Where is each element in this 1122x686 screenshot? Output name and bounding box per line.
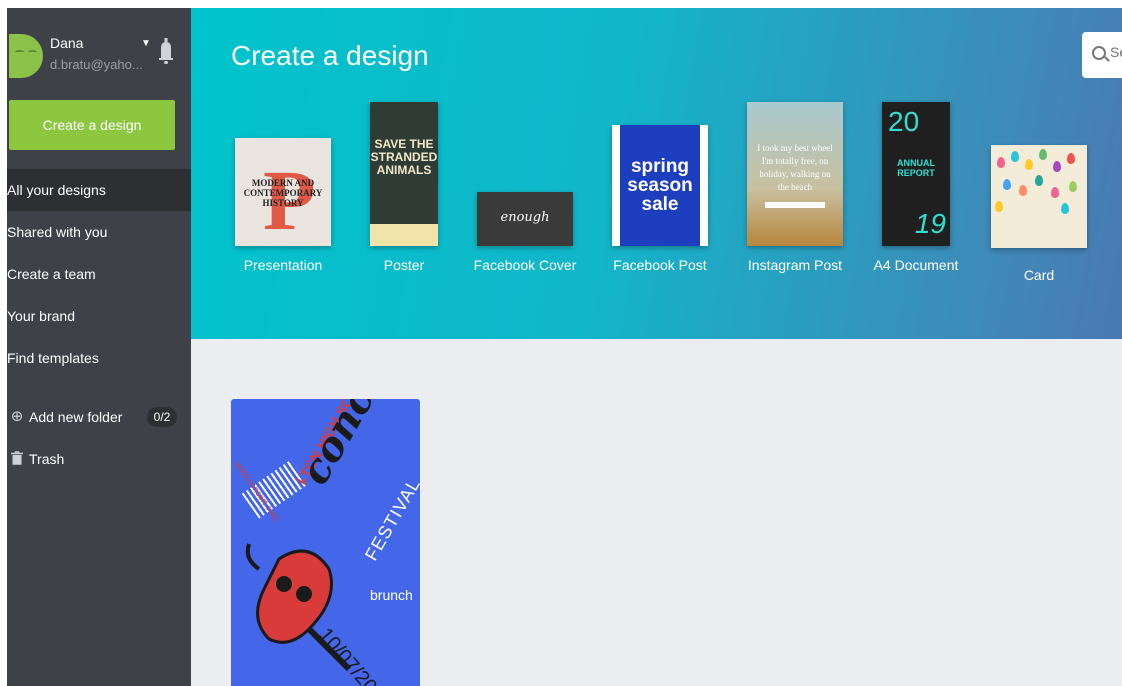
template-label: Instagram Post (747, 257, 843, 273)
thumbnail-footer (370, 224, 438, 246)
thumbnail-number: 20 (888, 106, 920, 137)
template-label: Card (1023, 267, 1055, 283)
caret-down-icon[interactable]: ▼ (141, 38, 151, 49)
thumbnail-drop (1025, 159, 1033, 170)
bell-icon[interactable] (159, 38, 173, 64)
sidebar-item-create-team[interactable]: Create a team (7, 253, 204, 295)
thumbnail-drop (1061, 203, 1069, 214)
thumbnail-drop (997, 157, 1005, 168)
design-text-brunch: brunch (370, 587, 413, 603)
sidebar-item-shared[interactable]: Shared with you (7, 211, 204, 253)
design-text-title: concert (291, 399, 417, 493)
template-thumbnail (991, 145, 1087, 248)
template-poster[interactable]: SAVE THE STRANDED ANIMALS Poster (370, 102, 438, 278)
thumbnail-number: 19 (914, 208, 946, 239)
trash-icon (11, 451, 23, 465)
plus-circle-icon: ⊕ (10, 408, 24, 425)
thumbnail-drop (1011, 151, 1019, 162)
design-thumbnail-concert[interactable]: www.concert.com LTCN HIGH SCHOOL concert… (231, 399, 420, 686)
thumbnail-text: ANNUAL REPORT (897, 158, 935, 178)
template-label: A4 Document (873, 257, 959, 273)
add-folder-label: Add new folder (29, 409, 123, 425)
page-title: Create a design (231, 40, 429, 71)
thumbnail-drop (1039, 149, 1047, 160)
template-presentation[interactable]: P MODERN AND CONTEMPORARY HISTORY Presen… (235, 138, 331, 278)
thumbnail-bar (765, 202, 825, 208)
thumbnail-drop (995, 201, 1003, 212)
search-box[interactable] (1082, 32, 1122, 78)
template-thumbnail: SAVE THE STRANDED ANIMALS (370, 102, 438, 246)
sidebar-item-find-templates[interactable]: Find templates (7, 337, 204, 379)
thumbnail-text: enough (500, 210, 550, 225)
template-facebook-cover[interactable]: enough Facebook Cover (474, 192, 576, 278)
template-thumbnail: spring season sale (612, 125, 708, 246)
thumbnail-text: spring season sale (627, 156, 693, 215)
thumbnail-drop (1035, 175, 1043, 186)
folders-section: ⊕ Add new folder 0/2 Trash (7, 400, 191, 484)
template-label: Poster (383, 257, 425, 273)
thumbnail-text: I took my best wheel I'm totally free, o… (757, 143, 833, 192)
template-thumbnail: 20 ANNUAL REPORT 19 (882, 102, 950, 246)
template-label: Facebook Post (613, 257, 707, 273)
designs-area: www.concert.com LTCN HIGH SCHOOL concert… (191, 339, 1122, 686)
avatar (9, 34, 43, 78)
thumbnail-drop (1003, 179, 1011, 190)
user-email: d.bratu@yaho... (50, 57, 143, 72)
folder-count-badge: 0/2 (147, 407, 177, 427)
thumbnail-edge (700, 125, 708, 246)
template-thumbnail: I took my best wheel I'm totally free, o… (747, 102, 843, 246)
template-thumbnail: P MODERN AND CONTEMPORARY HISTORY (235, 138, 331, 246)
template-a4-document[interactable]: 20 ANNUAL REPORT 19 A4 Document (874, 102, 958, 278)
thumbnail-text: MODERN AND CONTEMPORARY HISTORY (243, 178, 323, 208)
avatar-eye (28, 50, 37, 54)
sidebar-item-your-brand[interactable]: Your brand (7, 295, 204, 337)
create-design-banner: Create a design P MODERN AND CONTEMPORAR… (191, 8, 1122, 339)
thumbnail-drop (1069, 181, 1077, 192)
thumbnail-drop (1053, 161, 1061, 172)
sidebar-item-all-designs[interactable]: All your designs (7, 169, 203, 211)
thumbnail-drop (1019, 185, 1027, 196)
template-label: Facebook Cover (473, 257, 577, 273)
avatar-eye (15, 50, 24, 54)
search-icon (1092, 46, 1106, 60)
template-card[interactable]: Card (991, 145, 1087, 283)
add-folder-button[interactable]: ⊕ Add new folder 0/2 (7, 400, 191, 442)
design-text-festival: FESTIVAL (361, 474, 420, 564)
user-name: Dana (50, 35, 84, 51)
sidebar: Dana d.bratu@yaho... ▼ Create a design A… (7, 8, 203, 686)
template-instagram-post[interactable]: I took my best wheel I'm totally free, o… (747, 102, 843, 278)
template-facebook-post[interactable]: spring season sale Facebook Post (612, 125, 708, 278)
search-input[interactable] (1110, 44, 1122, 60)
template-thumbnail: enough (477, 192, 573, 246)
thumbnail-drop (1067, 153, 1075, 164)
sidebar-nav: All your designs Shared with you Create … (7, 169, 204, 379)
user-menu[interactable]: Dana d.bratu@yaho... ▼ (7, 8, 191, 98)
thumbnail-text: SAVE THE STRANDED ANIMALS (370, 137, 438, 177)
sidebar-item-trash[interactable]: Trash (7, 442, 191, 484)
template-label: Presentation (243, 257, 323, 273)
trash-label: Trash (29, 451, 65, 467)
thumbnail-drop (1051, 187, 1059, 198)
thumbnail-edge (612, 125, 620, 246)
create-design-button[interactable]: Create a design (9, 100, 175, 150)
